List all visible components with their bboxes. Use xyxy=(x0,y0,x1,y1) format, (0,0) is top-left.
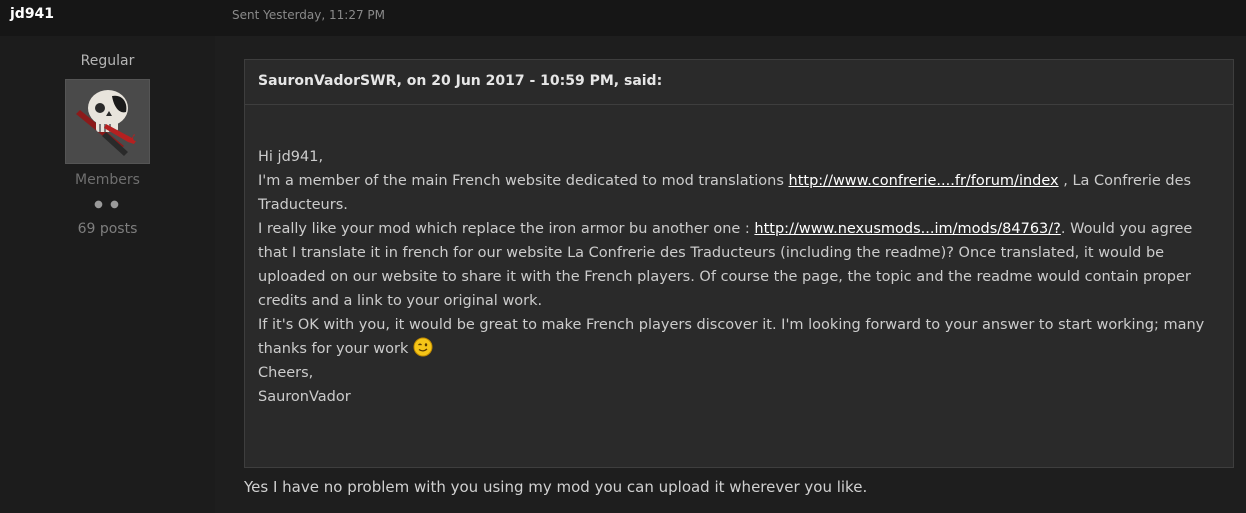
post-header: jd941 Sent Yesterday, 11:27 PM xyxy=(0,0,1246,36)
author-panel: Regular Members ● ● 69 posts xyxy=(0,36,215,513)
quote-paragraph-3: If it's OK with you, it would be great t… xyxy=(258,313,1220,361)
quote-text: I really like your mod which replace the… xyxy=(258,221,755,237)
quote-block: SauronVadorSWR, on 20 Jun 2017 - 10:59 P… xyxy=(244,59,1234,468)
nexusmods-link[interactable]: http://www.nexusmods...im/mods/84763/? xyxy=(754,221,1060,237)
quote-citation[interactable]: SauronVadorSWR, on 20 Jun 2017 - 10:59 P… xyxy=(245,60,1233,105)
quote-signature: SauronVador xyxy=(258,389,351,405)
quote-text: I'm a member of the main French website … xyxy=(258,173,789,189)
post-timestamp: Sent Yesterday, 11:27 PM xyxy=(232,8,385,22)
member-group: Members xyxy=(75,172,140,188)
rank-pips: ● ● xyxy=(94,199,121,210)
quote-greeting: Hi jd941, xyxy=(258,149,324,165)
reply-text: Yes I have no problem with you using my … xyxy=(244,478,868,496)
quote-paragraph-1: I'm a member of the main French website … xyxy=(258,169,1220,217)
author-username[interactable]: jd941 xyxy=(10,6,54,22)
avatar[interactable] xyxy=(65,79,150,164)
wink-smiley-icon xyxy=(413,337,433,357)
confrerie-link[interactable]: http://www.confrerie....fr/forum/index xyxy=(789,173,1059,189)
skull-with-wrench-icon xyxy=(66,80,149,163)
quote-closing: Cheers, xyxy=(258,365,314,381)
quote-paragraph-2: I really like your mod which replace the… xyxy=(258,217,1220,313)
post-count: 69 posts xyxy=(77,221,138,237)
quote-text: If it's OK with you, it would be great t… xyxy=(258,317,1205,357)
quote-body: Hi jd941, I'm a member of the main Frenc… xyxy=(245,105,1233,409)
member-rank: Regular xyxy=(80,53,135,69)
